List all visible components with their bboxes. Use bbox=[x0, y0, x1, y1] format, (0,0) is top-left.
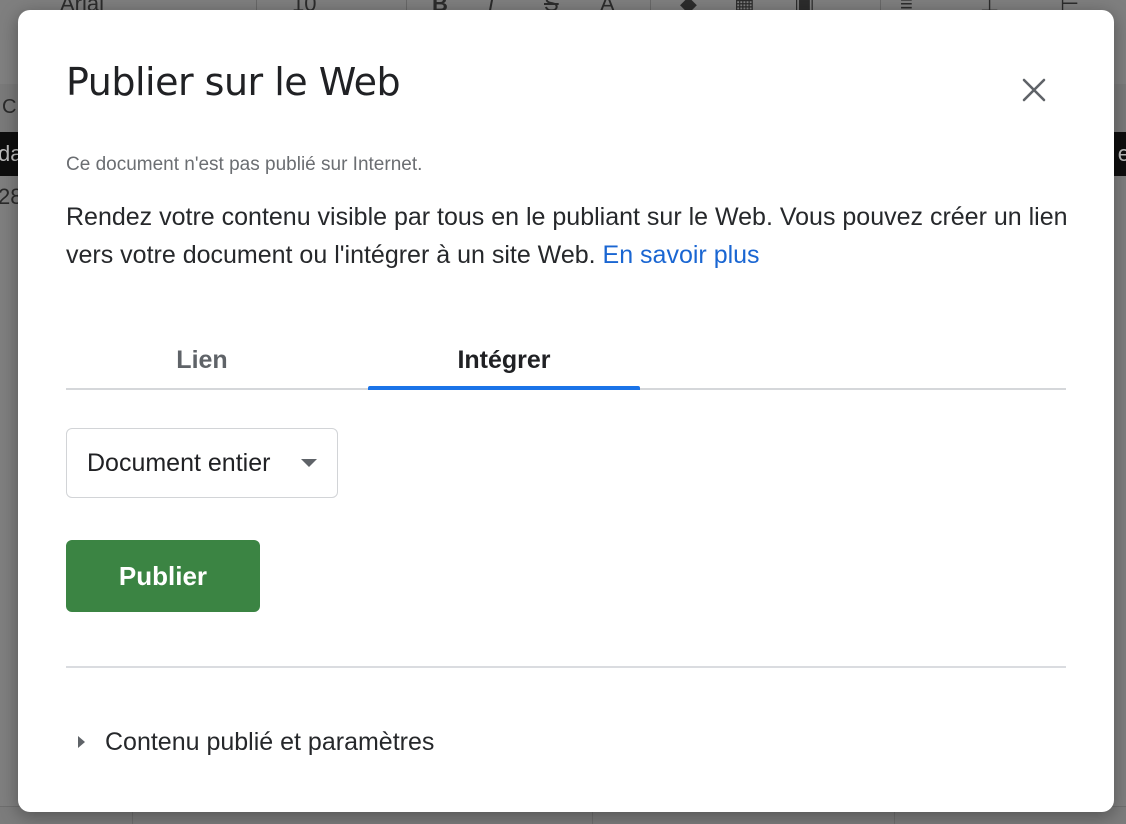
active-tab-indicator bbox=[368, 386, 640, 390]
dialog-title: Publier sur le Web bbox=[66, 60, 401, 104]
expand-triangle-icon bbox=[78, 736, 85, 748]
description-text: Rendez votre contenu visible par tous en… bbox=[66, 203, 1068, 269]
tab-lien[interactable]: Lien bbox=[66, 332, 338, 388]
expander-label: Contenu publié et paramètres bbox=[105, 727, 435, 756]
header-cell-right: e bbox=[1117, 141, 1126, 166]
publish-button[interactable]: Publier bbox=[66, 540, 260, 612]
content-scope-select[interactable]: Document entier bbox=[66, 428, 338, 498]
published-content-settings-expander[interactable]: Contenu publié et paramètres bbox=[78, 720, 434, 764]
section-divider bbox=[66, 666, 1066, 668]
dialog-description: Rendez votre contenu visible par tous en… bbox=[66, 198, 1076, 274]
publish-status: Ce document n'est pas publié sur Interne… bbox=[66, 154, 423, 175]
learn-more-link[interactable]: En savoir plus bbox=[603, 241, 760, 269]
column-header-c: C bbox=[2, 96, 17, 118]
tab-bar: Lien Intégrer bbox=[66, 332, 1066, 390]
tab-integrer[interactable]: Intégrer bbox=[368, 332, 640, 388]
publish-to-web-dialog: Publier sur le Web Ce document n'est pas… bbox=[18, 10, 1114, 812]
close-icon bbox=[1022, 78, 1046, 102]
close-button[interactable] bbox=[1014, 70, 1054, 110]
dropdown-caret-icon bbox=[301, 459, 317, 467]
select-value: Document entier bbox=[87, 448, 271, 477]
